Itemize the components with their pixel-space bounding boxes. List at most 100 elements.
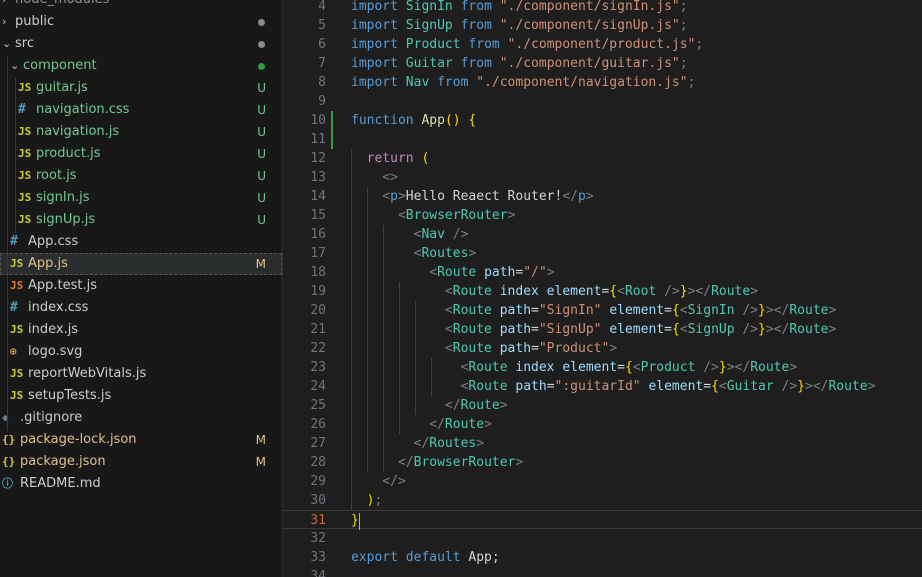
code-line[interactable]: 13 <>	[283, 168, 922, 187]
indent-guide	[399, 282, 400, 434]
code-line[interactable]: 28 </BrowserRouter>	[283, 453, 922, 472]
code-line[interactable]: 31}	[283, 510, 922, 529]
line-number: 4	[318, 0, 326, 14]
code-text: );	[351, 491, 383, 510]
code-line[interactable]: 16 <Nav />	[283, 225, 922, 244]
code-token: >	[507, 208, 516, 223]
line-number: 15	[310, 208, 326, 223]
code-line[interactable]: 18 <Route path="/">	[283, 263, 922, 282]
explorer-item[interactable]: JS root.js U	[0, 165, 282, 187]
line-number: 8	[318, 75, 326, 90]
code-line[interactable]: 17 <Routes>	[283, 244, 922, 263]
code-line[interactable]: 21 <Route path="SignUp" element={<SignUp…	[283, 320, 922, 339]
code-line[interactable]: 29 </>	[283, 472, 922, 491]
code-token: Route	[750, 360, 790, 375]
code-line[interactable]: 34	[283, 567, 922, 577]
code-token: >	[476, 436, 485, 451]
code-line[interactable]: 12 return (	[283, 149, 922, 168]
explorer-item[interactable]: # App.css	[0, 231, 282, 253]
code-line[interactable]: 5 import SignUp from "./component/signUp.…	[283, 16, 922, 35]
explorer-item[interactable]: JS signUp.js U	[0, 209, 282, 231]
explorer-item-label: src	[15, 36, 34, 51]
explorer-item[interactable]: JS navigation.js U	[0, 121, 282, 143]
code-token: ></	[805, 379, 829, 394]
code-line[interactable]: 20 <Route path="SignIn" element={<SignIn…	[283, 301, 922, 320]
code-line[interactable]: 25 </Route>	[283, 396, 922, 415]
code-line[interactable]: 30 );	[283, 491, 922, 510]
explorer-item[interactable]: # navigation.css U	[0, 99, 282, 121]
code-text: <Route index element={<Root />}></Route>	[351, 282, 758, 301]
code-line[interactable]: 23 <Route index element={<Product />}></…	[283, 358, 922, 377]
code-token: =	[617, 360, 625, 375]
explorer-item[interactable]: # index.css	[0, 297, 282, 319]
file-explorer: ›node_modules›public⌄src⌄componentJSguit…	[0, 0, 283, 577]
code-editor[interactable]: 4 import SignIn from "./component/signIn.…	[283, 0, 922, 577]
git-status-badge: M	[255, 433, 266, 447]
explorer-item[interactable]: JS setupTests.js	[0, 385, 282, 407]
code-text: <Route path="/">	[351, 263, 554, 282]
code-text: <Route index element={<Product />}></Rou…	[351, 358, 798, 377]
js-file-icon: JS	[18, 147, 32, 160]
code-line[interactable]: 8 import Nav from "./component/navigation…	[283, 73, 922, 92]
explorer-item[interactable]: JS App.js M	[0, 253, 282, 275]
code-line[interactable]: 10 function App() {	[283, 111, 922, 130]
explorer-item[interactable]: ⊕ logo.svg	[0, 341, 282, 363]
explorer-item-label: navigation.css	[36, 102, 130, 117]
line-number: 7	[318, 56, 326, 71]
code-token: SignIn	[687, 303, 743, 318]
explorer-item[interactable]: JS signIn.js U	[0, 187, 282, 209]
code-token: {	[624, 360, 633, 375]
explorer-item[interactable]: ⌄ src	[0, 33, 282, 55]
code-token: }	[679, 284, 688, 299]
explorer-item[interactable]: JS guitar.js U	[0, 77, 282, 99]
code-text: </BrowserRouter>	[351, 453, 523, 472]
code-line[interactable]: 24 <Route path=":guitarId" element={<Gui…	[283, 377, 922, 396]
explorer-item-label: product.js	[36, 146, 101, 161]
code-token: <	[632, 360, 641, 375]
explorer-item[interactable]: JS reportWebVitals.js	[0, 363, 282, 385]
explorer-item[interactable]: {} package-lock.json M	[0, 429, 282, 451]
tree-indent-guide	[15, 78, 16, 233]
line-number: 34	[310, 569, 326, 577]
code-token: {	[609, 284, 618, 299]
code-line[interactable]: 15 <BrowserRouter>	[283, 206, 922, 225]
code-line[interactable]: 7 import Guitar from "./component/guitar.…	[283, 54, 922, 73]
code-line[interactable]: 19 <Route index element={<Root />}></Rou…	[283, 282, 922, 301]
line-number: 22	[310, 341, 326, 356]
code-token: from	[460, 0, 500, 14]
code-token: path	[515, 379, 547, 394]
js-file-icon: JS	[18, 213, 32, 226]
code-text: import SignUp from "./component/signUp.j…	[351, 16, 688, 35]
explorer-item-label: node_modules	[15, 0, 109, 11]
indent-guide	[367, 187, 368, 472]
explorer-item[interactable]: ⌄ component	[0, 55, 282, 77]
code-line[interactable]: 14 <p>Hello Reaect Router!</p>	[283, 187, 922, 206]
js-file-icon: JS	[18, 191, 32, 204]
code-token: >	[515, 455, 524, 470]
explorer-item[interactable]: JS App.test.js	[0, 275, 282, 297]
js-file-icon: JS	[18, 81, 32, 94]
explorer-item[interactable]: › node_modules	[0, 0, 282, 11]
explorer-item[interactable]: JS index.js	[0, 319, 282, 341]
code-token: Guitar	[726, 379, 782, 394]
code-line[interactable]: 27 </Routes>	[283, 434, 922, 453]
explorer-item[interactable]: ◆ .gitignore	[0, 407, 282, 429]
code-line[interactable]: 32	[283, 529, 922, 548]
code-token: App	[421, 113, 445, 128]
code-line[interactable]: 11	[283, 130, 922, 149]
line-number: 11	[310, 132, 326, 147]
explorer-item[interactable]: {} package.json M	[0, 451, 282, 473]
explorer-item[interactable]: › public	[0, 11, 282, 33]
code-line[interactable]: 4 import SignIn from "./component/signIn.…	[283, 0, 922, 16]
code-line[interactable]: 9	[283, 92, 922, 111]
code-token: Route	[437, 265, 485, 280]
code-token: =	[664, 303, 672, 318]
code-line[interactable]: 22 <Route path="Product">	[283, 339, 922, 358]
code-line[interactable]: 6 import Product from "./component/produc…	[283, 35, 922, 54]
explorer-item[interactable]: ⓘ README.md	[0, 473, 282, 495]
code-line[interactable]: 26 </Route>	[283, 415, 922, 434]
code-line[interactable]: 33 export default App;	[283, 548, 922, 567]
explorer-item[interactable]: JS product.js U	[0, 143, 282, 165]
js-test-file-icon: JS	[10, 279, 24, 292]
chevron-down-icon: ⌄	[10, 59, 20, 72]
